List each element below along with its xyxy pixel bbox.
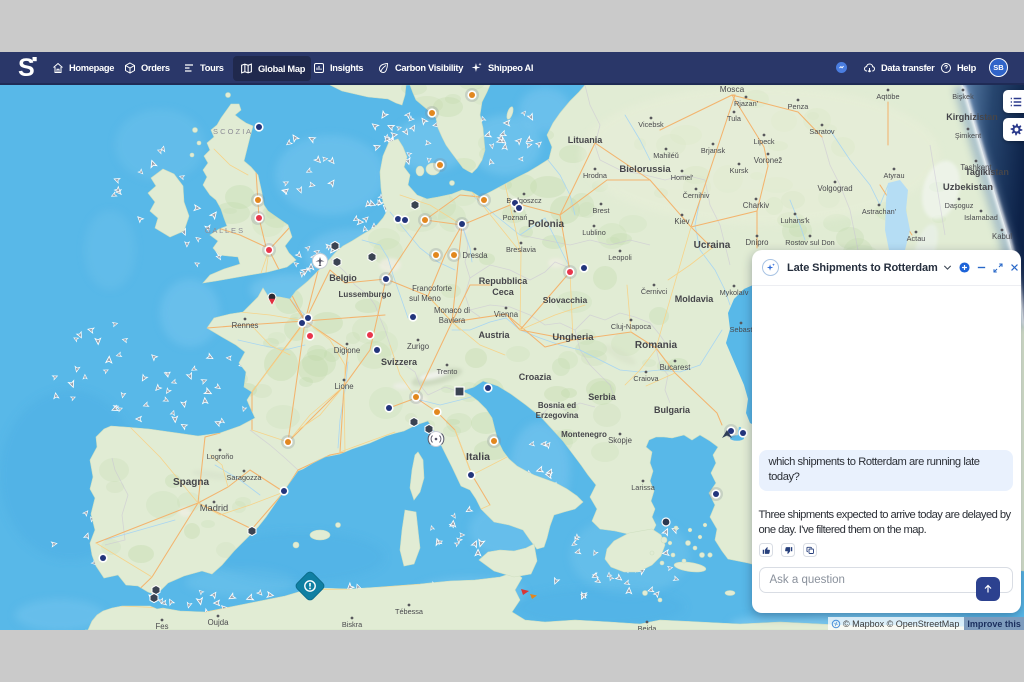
svg-text:Cluj-Napoca: Cluj-Napoca	[611, 322, 652, 331]
svg-text:Lione: Lione	[334, 382, 353, 391]
svg-text:Bişkek: Bişkek	[952, 92, 974, 101]
svg-text:Monaco di: Monaco di	[434, 306, 470, 315]
svg-text:Actau: Actau	[907, 234, 926, 243]
svg-text:Daşoguz: Daşoguz	[945, 201, 974, 210]
svg-text:Bucarest: Bucarest	[660, 363, 692, 372]
svg-text:G A L L E S: G A L L E S	[205, 226, 243, 235]
svg-text:Şimkent: Şimkent	[955, 131, 981, 140]
svg-text:S C O Z I A: S C O Z I A	[213, 127, 251, 136]
svg-text:Beida: Beida	[638, 624, 658, 630]
svg-text:Vicebsk: Vicebsk	[638, 120, 664, 129]
svg-text:Černivci: Černivci	[641, 287, 668, 296]
svg-text:Mahiléŭ: Mahiléŭ	[653, 151, 679, 160]
svg-text:Erzegovina: Erzegovina	[536, 411, 579, 420]
svg-text:Lublino: Lublino	[582, 228, 606, 237]
svg-text:Larissa: Larissa	[631, 483, 655, 492]
svg-text:Italia: Italia	[466, 451, 490, 463]
svg-text:Atyrau: Atyrau	[883, 171, 904, 180]
svg-text:Slovacchia: Slovacchia	[543, 295, 588, 305]
svg-text:Sebast: Sebast	[730, 325, 753, 334]
svg-text:Ungheria: Ungheria	[552, 332, 594, 343]
svg-text:Dnipro: Dnipro	[746, 238, 770, 247]
svg-text:Baviera: Baviera	[439, 316, 466, 325]
svg-text:Croazia: Croazia	[519, 372, 553, 382]
svg-text:Francoforte: Francoforte	[412, 284, 452, 293]
svg-text:Mosca: Mosca	[720, 85, 745, 94]
svg-text:Belgio: Belgio	[329, 273, 357, 283]
svg-text:sul Meno: sul Meno	[409, 294, 441, 303]
svg-text:Tula: Tula	[727, 114, 742, 123]
svg-text:Vienna: Vienna	[494, 310, 519, 319]
svg-text:Kiev: Kiev	[674, 217, 689, 226]
svg-text:Astrachan': Astrachan'	[862, 207, 897, 216]
svg-text:Zurigo: Zurigo	[407, 342, 430, 351]
svg-text:Serbia: Serbia	[588, 392, 617, 402]
svg-text:Hrodna: Hrodna	[583, 171, 608, 180]
svg-text:Madrid: Madrid	[200, 503, 228, 513]
svg-text:Lussemburgo: Lussemburgo	[339, 290, 392, 299]
svg-text:Skopje: Skopje	[608, 436, 632, 445]
svg-text:Rennes: Rennes	[232, 321, 259, 330]
svg-text:Tashkent: Tashkent	[960, 163, 992, 172]
svg-text:Leopoli: Leopoli	[608, 253, 632, 262]
svg-text:Biskra: Biskra	[342, 620, 363, 629]
svg-text:Volgograd: Volgograd	[817, 184, 852, 193]
svg-text:Craiova: Craiova	[633, 374, 659, 383]
svg-text:Černihiv: Černihiv	[683, 191, 710, 200]
svg-text:Dresda: Dresda	[462, 251, 488, 260]
svg-text:Tébessa: Tébessa	[395, 607, 424, 616]
svg-text:Homel': Homel'	[671, 173, 694, 182]
svg-text:Ceca: Ceca	[492, 287, 515, 297]
svg-text:Bosnia ed: Bosnia ed	[538, 401, 576, 410]
svg-text:Fes: Fes	[156, 622, 169, 630]
svg-text:Bielorussia: Bielorussia	[619, 164, 671, 175]
svg-text:Charkiv: Charkiv	[743, 201, 770, 210]
svg-text:Repubblica: Repubblica	[479, 276, 529, 286]
svg-text:Lipeck: Lipeck	[753, 137, 774, 146]
svg-text:Kabul: Kabul	[992, 232, 1012, 241]
svg-text:Ucraina: Ucraina	[694, 240, 731, 251]
svg-text:Logroño: Logroño	[207, 452, 234, 461]
svg-text:Rostov sul Don: Rostov sul Don	[785, 238, 834, 247]
svg-text:Montenegro: Montenegro	[561, 430, 607, 439]
svg-text:Uzbekistan: Uzbekistan	[943, 182, 993, 193]
svg-text:Kirghizistan: Kirghizistan	[946, 112, 998, 122]
svg-text:Penza: Penza	[788, 102, 810, 111]
svg-text:Polonia: Polonia	[528, 219, 565, 230]
svg-text:Oujda: Oujda	[208, 618, 229, 627]
svg-text:S: S	[18, 54, 35, 81]
svg-text:Breslavia: Breslavia	[506, 245, 537, 254]
svg-text:Mykolaïv: Mykolaïv	[720, 288, 749, 297]
svg-text:Brest: Brest	[592, 206, 609, 215]
svg-text:Svizzera: Svizzera	[381, 357, 418, 367]
svg-text:Romania: Romania	[635, 340, 678, 351]
svg-text:Poznań: Poznań	[503, 213, 528, 222]
svg-text:Aqtöbe: Aqtöbe	[876, 92, 899, 101]
svg-text:Bulgaria: Bulgaria	[654, 405, 691, 415]
svg-text:Saratov: Saratov	[809, 127, 834, 136]
svg-text:Lituania: Lituania	[568, 135, 603, 145]
svg-text:Rjazan': Rjazan'	[734, 99, 759, 108]
svg-text:Spagna: Spagna	[173, 477, 210, 488]
svg-text:Saragozza: Saragozza	[227, 473, 263, 482]
svg-text:Luhans'k: Luhans'k	[781, 216, 810, 225]
svg-text:Voronež: Voronež	[754, 156, 783, 165]
svg-text:Islamabad: Islamabad	[964, 213, 998, 222]
svg-text:Austria: Austria	[478, 330, 510, 340]
svg-text:Digione: Digione	[334, 346, 360, 355]
svg-text:Brjansk: Brjansk	[701, 146, 726, 155]
svg-text:Trento: Trento	[437, 367, 458, 376]
svg-text:Kursk: Kursk	[730, 166, 749, 175]
svg-text:Moldavia: Moldavia	[675, 294, 715, 304]
